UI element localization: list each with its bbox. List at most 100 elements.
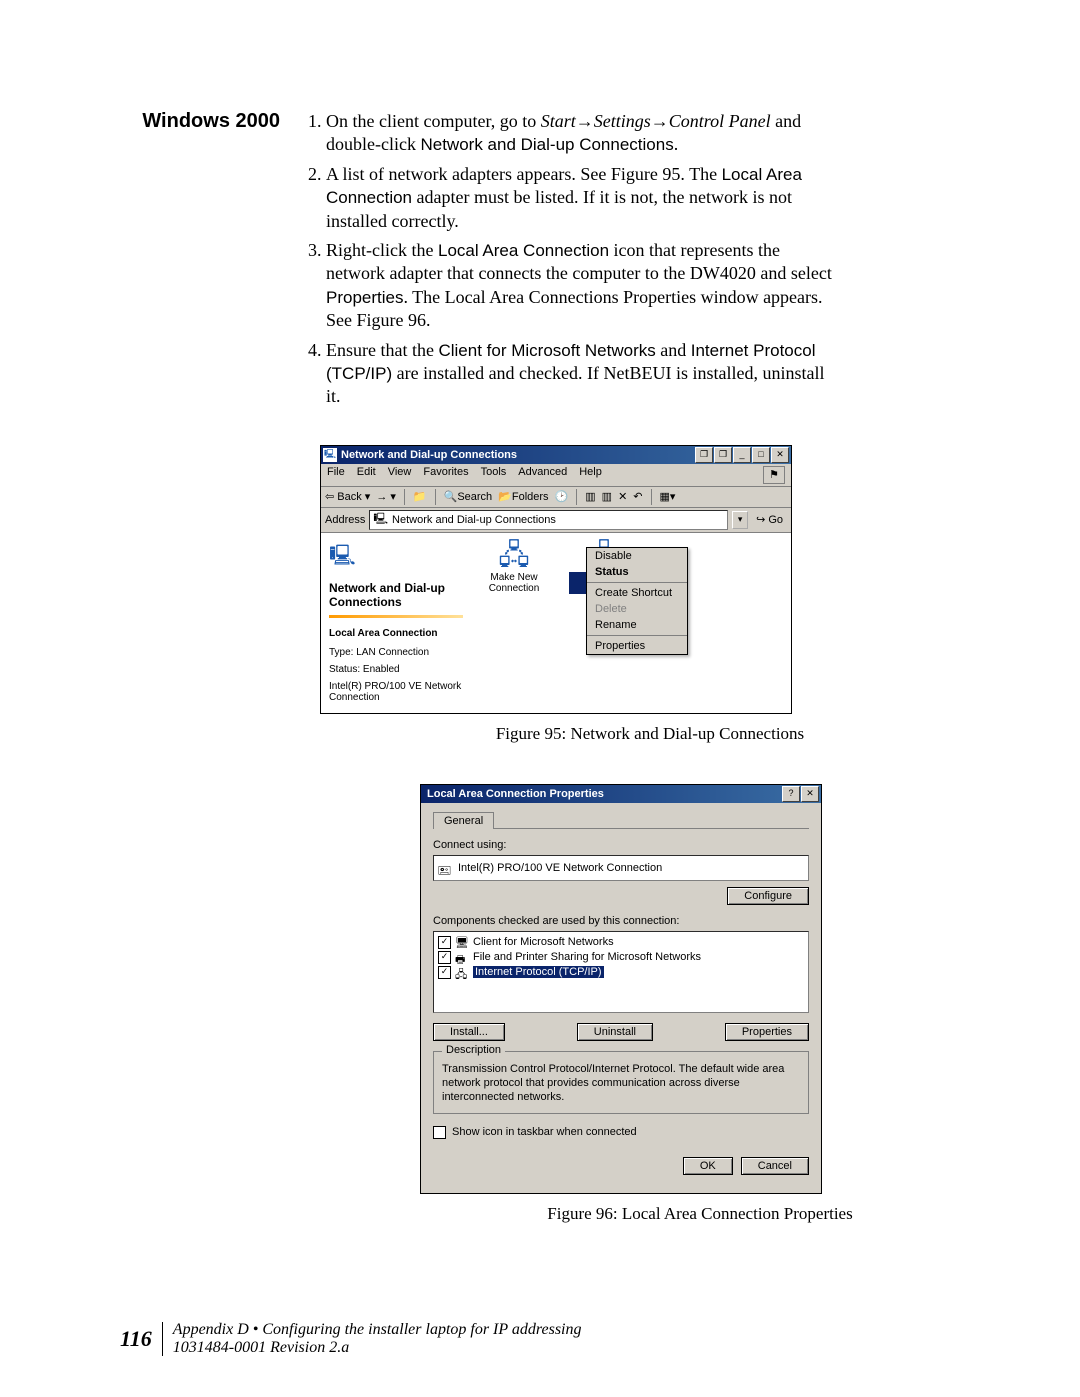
close-button[interactable]: ✕ bbox=[801, 786, 819, 802]
ctx-delete: Delete bbox=[587, 601, 687, 617]
maximize-button[interactable]: □ bbox=[752, 447, 770, 463]
footer-line-2: 1031484-0001 Revision 2.a bbox=[173, 1339, 349, 1356]
undo-button[interactable]: ↶ bbox=[633, 490, 642, 503]
ctx-create-shortcut[interactable]: Create Shortcut bbox=[587, 585, 687, 601]
separator bbox=[576, 489, 577, 505]
forward-button[interactable]: → ▾ bbox=[376, 490, 396, 503]
configure-button[interactable]: Configure bbox=[727, 887, 809, 905]
figure-95-caption: Figure 95: Network and Dial-up Connectio… bbox=[320, 724, 980, 744]
separator bbox=[651, 489, 652, 505]
up-button[interactable]: 📁 bbox=[413, 490, 427, 503]
step-4: Ensure that the Client for Microsoft Net… bbox=[326, 339, 840, 409]
close-button[interactable]: ✕ bbox=[771, 447, 789, 463]
tab-header: General bbox=[433, 811, 809, 829]
addressbar: Address 🖳 Network and Dial-up Connection… bbox=[321, 508, 791, 533]
taskbar-checkbox[interactable] bbox=[433, 1126, 446, 1139]
address-dropdown[interactable]: ▾ bbox=[732, 511, 748, 529]
checkbox-icon[interactable]: ✓ bbox=[438, 951, 451, 964]
t: On the client computer, go to bbox=[326, 111, 541, 131]
address-icon: 🖳 bbox=[373, 510, 388, 529]
go-label: Go bbox=[768, 514, 783, 526]
minimize-button[interactable]: _ bbox=[733, 447, 751, 463]
ui-label: Client for Microsoft Networks bbox=[438, 341, 655, 360]
description-legend: Description bbox=[442, 1044, 505, 1056]
accent-divider bbox=[329, 615, 463, 618]
cancel-button[interactable]: Cancel bbox=[741, 1157, 809, 1175]
app-icon: 🖳 bbox=[323, 448, 337, 462]
menu-edit[interactable]: Edit bbox=[357, 466, 376, 484]
ctx-rename[interactable]: Rename bbox=[587, 617, 687, 633]
ctx-separator bbox=[587, 635, 687, 636]
make-new-connection-icon[interactable]: 🖧 Make NewConnection bbox=[479, 541, 549, 594]
menu-file[interactable]: File bbox=[327, 466, 345, 484]
nic-text: Intel(R) PRO/100 VE Network Connection bbox=[458, 862, 662, 874]
ok-button[interactable]: OK bbox=[683, 1157, 733, 1175]
checkbox-icon[interactable]: ✓ bbox=[438, 936, 451, 949]
folder-banner-icon: 🖳 bbox=[329, 541, 463, 575]
figure-96-caption: Figure 96: Local Area Connection Propert… bbox=[420, 1204, 980, 1224]
dialog-title: Local Area Connection Properties bbox=[423, 788, 782, 800]
menu-favorites[interactable]: Favorites bbox=[423, 466, 468, 484]
explorer-window: 🖳 Network and Dial-up Connections ❐ ❐ _ … bbox=[320, 445, 792, 714]
views-button[interactable]: ▦▾ bbox=[660, 490, 676, 503]
step-1: On the client computer, go to Start→Sett… bbox=[326, 110, 840, 157]
page-footer: 116 Appendix D • Configuring the install… bbox=[120, 1321, 582, 1357]
restore-down-button[interactable]: ❐ bbox=[695, 447, 713, 463]
copy-to-button[interactable]: ▥ bbox=[602, 490, 612, 503]
delete-button[interactable]: ✕ bbox=[618, 490, 627, 503]
section-heading: Windows 2000 bbox=[120, 110, 300, 133]
properties-dialog: Local Area Connection Properties ? ✕ Gen… bbox=[420, 784, 822, 1194]
move-to-button[interactable]: ▥ bbox=[585, 490, 595, 503]
separator bbox=[435, 489, 436, 505]
menu-help[interactable]: Help bbox=[579, 466, 602, 484]
ui-label: Properties bbox=[326, 288, 403, 307]
type-label: Type: LAN Connection bbox=[329, 647, 463, 658]
titlebar[interactable]: 🖳 Network and Dial-up Connections ❐ ❐ _ … bbox=[321, 446, 791, 464]
ctx-properties[interactable]: Properties bbox=[587, 638, 687, 654]
step-2: A list of network adapters appears. See … bbox=[326, 163, 840, 233]
nic-icon: 🖭 bbox=[438, 862, 452, 874]
footer-line-1: Appendix D • Configuring the installer l… bbox=[173, 1321, 582, 1338]
component-row[interactable]: ✓ 🖥 Client for Microsoft Networks bbox=[438, 936, 804, 949]
t: and bbox=[656, 340, 691, 360]
protocol-icon: 🖧 bbox=[455, 966, 469, 978]
component-row-selected[interactable]: ✓ 🖧 Internet Protocol (TCP/IP) bbox=[438, 966, 804, 979]
t: Right-click the bbox=[326, 240, 438, 260]
toolbar: ⇦ Back ▾ → ▾ 📁 🔍Search 📂Folders 🕑 ▥ ▥ ✕ … bbox=[321, 487, 791, 508]
help-button[interactable]: ? bbox=[782, 786, 800, 802]
connection-icon: 🖧 bbox=[479, 541, 549, 569]
restore2-button[interactable]: ❐ bbox=[714, 447, 732, 463]
l: Make New bbox=[490, 572, 537, 583]
client-area: 🖳 Network and Dial-up Connections Local … bbox=[321, 533, 791, 713]
address-label: Address bbox=[325, 514, 365, 526]
t: are installed and checked. If NetBEUI is… bbox=[326, 363, 824, 406]
icon-area[interactable]: 🖧 Make NewConnection 🖧 Local AConnec Dis… bbox=[471, 533, 791, 713]
checkbox-icon[interactable]: ✓ bbox=[438, 966, 451, 979]
component-row[interactable]: ✓ 🖶 File and Printer Sharing for Microso… bbox=[438, 951, 804, 964]
folders-button[interactable]: 📂Folders bbox=[498, 490, 548, 503]
properties-button[interactable]: Properties bbox=[725, 1023, 809, 1041]
context-menu: Disable Status Create Shortcut Delete Re… bbox=[586, 547, 688, 655]
l: Connection bbox=[489, 583, 540, 594]
go-button[interactable]: ↪ Go bbox=[752, 513, 787, 526]
ctx-status[interactable]: Status bbox=[587, 564, 687, 580]
throbber-icon: ⚑ bbox=[763, 466, 785, 484]
pane-title-2: Connections bbox=[329, 595, 463, 609]
components-listbox[interactable]: ✓ 🖥 Client for Microsoft Networks ✓ 🖶 Fi… bbox=[433, 931, 809, 1013]
ctx-disable[interactable]: Disable bbox=[587, 548, 687, 564]
back-label: Back bbox=[337, 491, 361, 503]
selected-item-name: Local Area Connection bbox=[329, 628, 463, 639]
tab-general[interactable]: General bbox=[433, 812, 494, 829]
uninstall-button[interactable]: Uninstall bbox=[577, 1023, 653, 1041]
history-button[interactable]: 🕑 bbox=[555, 490, 569, 503]
connect-using-label: Connect using: bbox=[433, 839, 809, 851]
component-label: Client for Microsoft Networks bbox=[473, 936, 614, 948]
dialog-titlebar[interactable]: Local Area Connection Properties ? ✕ bbox=[421, 785, 821, 803]
install-button[interactable]: Install... bbox=[433, 1023, 505, 1041]
menu-view[interactable]: View bbox=[388, 466, 412, 484]
search-button[interactable]: 🔍Search bbox=[444, 490, 493, 503]
address-input[interactable]: 🖳 Network and Dial-up Connections bbox=[369, 510, 728, 530]
back-button[interactable]: ⇦ Back ▾ bbox=[325, 490, 370, 503]
menu-advanced[interactable]: Advanced bbox=[518, 466, 567, 484]
menu-tools[interactable]: Tools bbox=[481, 466, 507, 484]
